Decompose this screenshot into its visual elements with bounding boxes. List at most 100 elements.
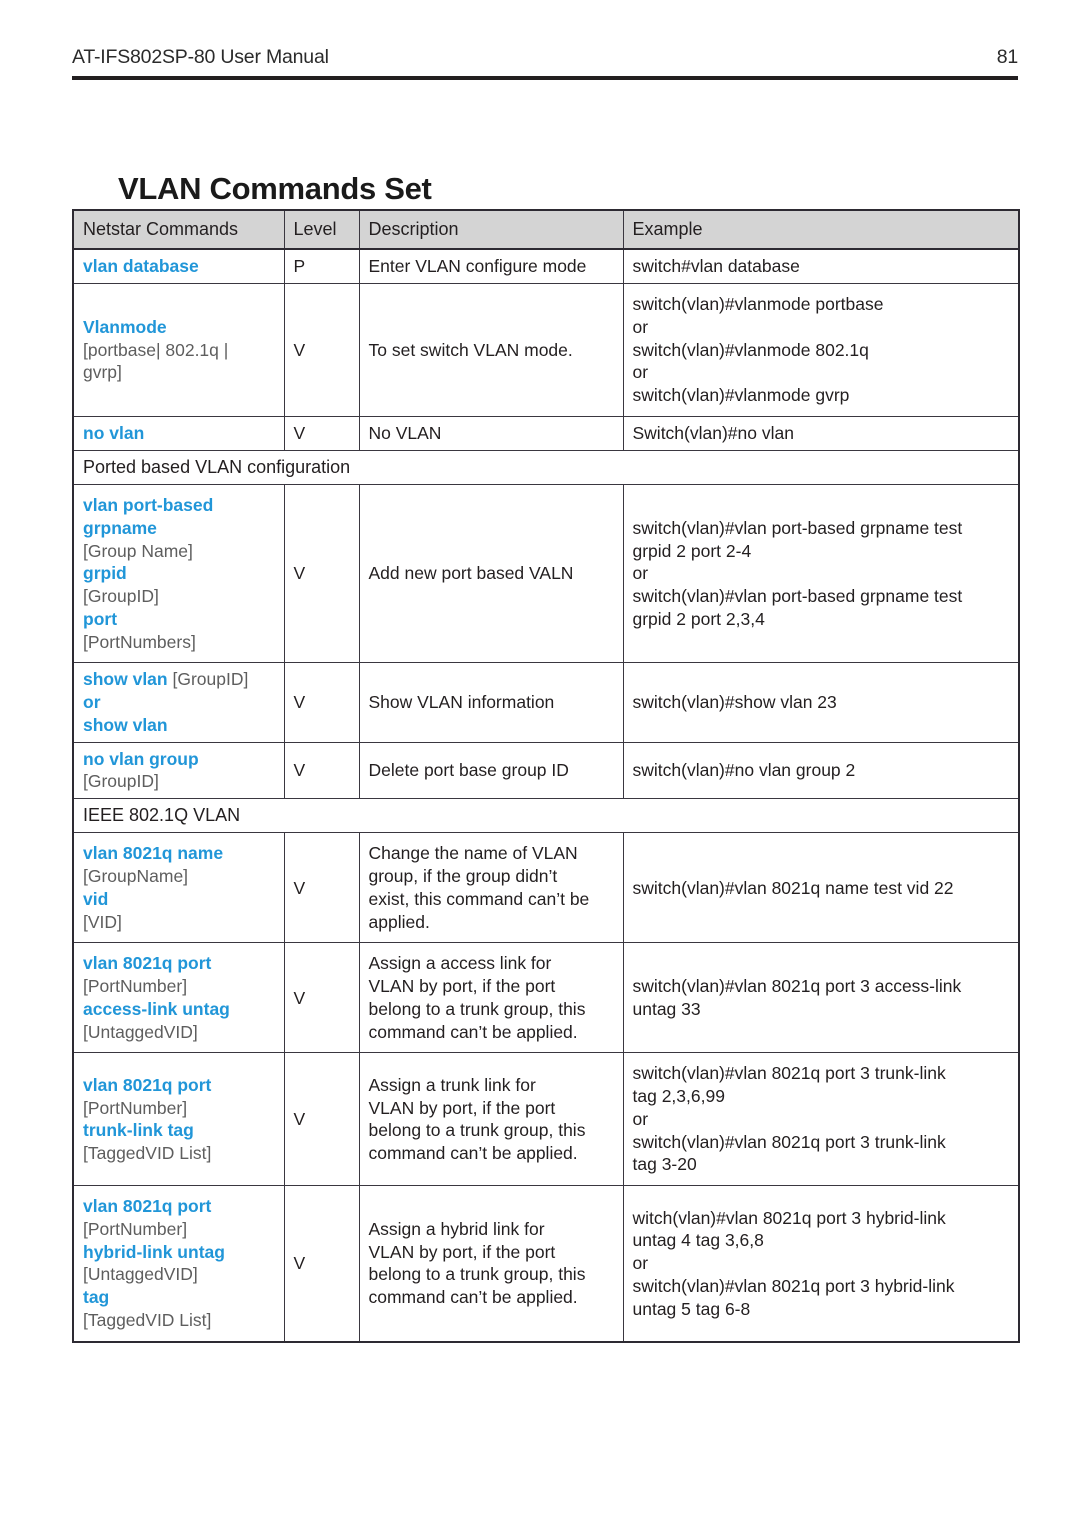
command-cell: vlan database <box>72 248 285 285</box>
command-parameter: [VID] <box>83 911 275 934</box>
example-cell: switch(vlan)#vlan port-based grpname tes… <box>622 484 1020 664</box>
example-line: switch(vlan)#show vlan 23 <box>632 692 837 713</box>
command-keyword: tag <box>83 1286 275 1309</box>
level-cell: V <box>283 1052 360 1187</box>
command-text: no vlan <box>83 422 145 443</box>
command-text: show vlan <box>83 669 173 690</box>
command-parameter: [PortNumber] <box>83 975 275 998</box>
command-text: [PortNumbers] <box>83 631 196 652</box>
description-cell: Add new port based VALN <box>358 484 624 664</box>
column-header-description: Description <box>358 209 624 251</box>
section-label: Ported based VLAN configuration <box>72 449 1020 486</box>
command-text: vlan 8021q port <box>83 953 212 974</box>
command-keyword: vlan 8021q name <box>83 842 275 865</box>
command-text: gvrp] <box>83 362 122 383</box>
command-text: [UntaggedVID] <box>83 1264 198 1285</box>
table-row: vlan 8021q port [PortNumber] access-link u… <box>72 942 1020 1054</box>
column-header-example: Example <box>622 209 1020 251</box>
example-line: or <box>632 1108 649 1129</box>
description-line: exist, this command can’t be <box>368 888 590 909</box>
table-row: vlan 8021q port [PortNumber] hybrid-link u… <box>72 1185 1020 1343</box>
example-line: switch(vlan)#vlanmode portbase <box>632 294 884 315</box>
command-text: port <box>83 608 118 629</box>
command-text: grpid <box>83 563 127 584</box>
description-line: Delete port base group ID <box>368 759 569 780</box>
command-cell: vlan 8021q port [PortNumber] hybrid-link u… <box>72 1185 285 1343</box>
command-text: hybrid-link untag <box>83 1241 225 1262</box>
level-cell: V <box>283 662 360 743</box>
command-parameter: [portbase| 802.1q | <box>83 339 275 362</box>
description-line: Assign a hybrid link for <box>368 1218 545 1239</box>
command-text: [portbase| 802.1q | <box>83 339 229 360</box>
description-line: VLAN by port, if the port <box>368 976 556 997</box>
command-text: [Group Name] <box>83 540 193 561</box>
command-parameter: [GroupID] <box>83 585 275 608</box>
page-header: AT-IFS802SP-80 User Manual 81 <box>72 46 1018 80</box>
description-line: VLAN by port, if the port <box>368 1097 556 1118</box>
example-line: or <box>632 362 649 383</box>
level-cell: V <box>283 741 360 800</box>
command-text: [TaggedVID List] <box>83 1309 212 1330</box>
command-text: vlan database <box>83 256 199 277</box>
description-line: Assign a trunk link for <box>368 1074 536 1095</box>
description-line: No VLAN <box>368 422 442 443</box>
table-section-row: Ported based VLAN configuration <box>72 449 1020 486</box>
description-cell: Change the name of VLAN group, if the gro… <box>358 832 624 944</box>
command-cell: Vlanmode [portbase| 802.1q | gvrp] <box>72 283 285 417</box>
example-line: untag 33 <box>632 998 701 1019</box>
example-line: switch(vlan)#vlan port-based grpname tes… <box>632 517 963 538</box>
description-cell: Delete port base group ID <box>358 741 624 800</box>
column-header-level: Level <box>283 209 360 251</box>
vlan-commands-table-container: Netstar Commands Level Description Examp… <box>72 209 1020 1343</box>
example-line: witch(vlan)#vlan 8021q port 3 hybrid-lin… <box>632 1207 946 1228</box>
level-cell: V <box>283 832 360 944</box>
command-keyword: grpid <box>83 562 275 585</box>
command-text: no vlan group <box>83 748 199 769</box>
description-cell: Show VLAN information <box>358 662 624 743</box>
command-parameter: [GroupName] <box>83 865 275 888</box>
command-text: vid <box>83 888 109 909</box>
example-line: switch(vlan)#vlan 8021q port 3 trunk-lin… <box>632 1131 946 1152</box>
command-cell: show vlan [GroupID] or show vlan <box>72 662 285 743</box>
command-text: vlan 8021q port <box>83 1196 212 1217</box>
command-text: [GroupName] <box>83 866 189 887</box>
section-label: IEEE 802.1Q VLAN <box>72 798 1020 834</box>
command-text: [VID] <box>83 911 122 932</box>
example-cell: switch(vlan)#show vlan 23 <box>622 662 1020 743</box>
command-parameter: gvrp] <box>83 361 275 384</box>
command-text: [PortNumber] <box>83 976 188 997</box>
command-cell: vlan 8021q port [PortNumber] trunk-link ta… <box>72 1052 285 1187</box>
command-keyword: Vlanmode <box>83 316 275 339</box>
table-body: vlan database P Enter VLAN configure mode s… <box>72 248 1020 1343</box>
description-line: group, if the group didn’t <box>368 866 558 887</box>
command-text: grpname <box>83 517 157 538</box>
command-text: [GroupID] <box>83 586 159 607</box>
command-parameter: [Group Name] <box>83 540 275 563</box>
description-line: Enter VLAN configure mode <box>368 256 587 277</box>
example-line: switch(vlan)#vlan 8021q port 3 access-li… <box>632 976 962 997</box>
level-cell: V <box>283 283 360 417</box>
description-line: Add new port based VALN <box>368 563 574 584</box>
command-keyword: or <box>83 691 275 714</box>
description-cell: Assign a hybrid link for VLAN by port, if… <box>358 1185 624 1343</box>
column-header-netstar-commands: Netstar Commands <box>72 209 285 251</box>
command-keyword: trunk-link tag <box>83 1119 275 1142</box>
example-line: tag 3-20 <box>632 1154 697 1175</box>
description-line: To set switch VLAN mode. <box>368 339 573 360</box>
description-cell: Assign a trunk link for VLAN by port, if … <box>358 1052 624 1187</box>
description-cell: Assign a access link for VLAN by port, if… <box>358 942 624 1054</box>
command-parameter: [GroupID] <box>83 770 275 793</box>
command-keyword: vlan 8021q port <box>83 952 275 975</box>
command-text: vlan 8021q port <box>83 1074 212 1095</box>
command-keyword: no vlan group <box>83 748 275 771</box>
command-keyword: vlan database <box>83 255 275 278</box>
example-line: switch(vlan)#vlanmode gvrp <box>632 385 850 406</box>
command-parameter: [UntaggedVID] <box>83 1263 275 1286</box>
command-text: access-link untag <box>83 998 230 1019</box>
example-line: tag 2,3,6,99 <box>632 1086 725 1107</box>
command-parameter: [TaggedVID List] <box>83 1142 275 1165</box>
command-text: show vlan <box>83 714 168 735</box>
header-rule <box>72 76 1018 80</box>
example-line: untag 5 tag 6-8 <box>632 1298 751 1319</box>
example-line: switch(vlan)#vlanmode 802.1q <box>632 339 869 360</box>
